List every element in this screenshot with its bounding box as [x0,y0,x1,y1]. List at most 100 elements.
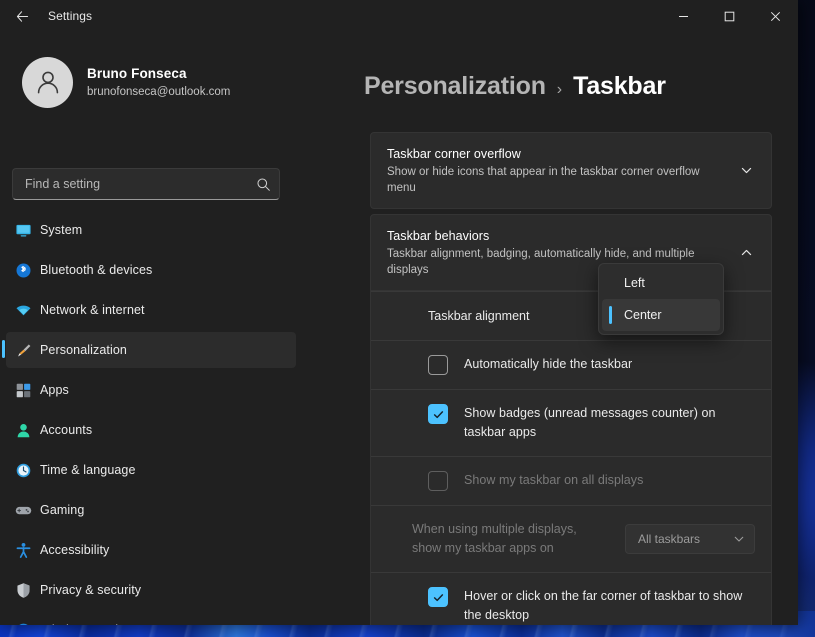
sidebar-item-bluetooth-devices[interactable]: Bluetooth & devices [6,252,296,288]
back-button[interactable] [8,4,36,28]
sidebar: Bruno Fonseca brunofonseca@outlook.com F… [0,32,302,625]
shield-icon [14,581,32,599]
sidebar-item-time-language[interactable]: Time & language [6,452,296,488]
minimize-icon [678,15,688,17]
close-icon [770,11,780,21]
chevron-down-icon [734,536,744,542]
checkmark-icon [433,593,443,601]
close-button[interactable] [752,0,798,32]
show-badges-checkbox[interactable] [428,404,448,424]
sidebar-item-windows-update[interactable]: Windows Update [6,612,296,625]
main-content: Personalization › Taskbar Taskbar corner… [302,32,798,625]
bluetooth-icon [14,261,32,279]
avatar [22,56,73,108]
sidebar-item-accounts[interactable]: Accounts [6,412,296,448]
person-avatar-icon [37,71,58,94]
show-badges-checkbox-line[interactable]: Show badges (unread messages counter) on… [387,390,755,456]
breadcrumb-parent-link[interactable]: Personalization [364,72,546,101]
gamepad-icon [14,501,32,519]
flyout-option-left[interactable]: Left [602,267,720,299]
card-title: Taskbar behaviors [387,229,490,243]
search-icon [256,177,270,191]
show-badges-label: Show badges (unread messages counter) on… [464,406,716,439]
card-header[interactable]: Taskbar corner overflow Show or hide ico… [371,133,771,208]
far-corner-label: Hover or click on the far corner of task… [464,589,743,622]
settings-cards: Taskbar corner overflow Show or hide ico… [370,132,772,625]
sidebar-item-label: Network & internet [40,303,145,317]
sidebar-item-label: Accounts [40,423,93,437]
display-icon [14,221,32,239]
maximize-icon [724,11,734,21]
row-taskbar-all-displays: Show my taskbar on all displays [371,456,771,505]
collapse-toggle-button[interactable] [731,238,761,268]
breadcrumb-separator-icon: › [556,81,563,98]
auto-hide-checkbox[interactable] [428,355,448,375]
sidebar-item-label: Windows Update [40,623,136,625]
arrow-left-icon [16,10,28,22]
settings-window: Settings Bruno Fonseca brunofonseca@outl… [0,0,798,625]
sidebar-item-apps[interactable]: Apps [6,372,296,408]
sidebar-item-label: Gaming [40,503,85,517]
sidebar-item-label: Accessibility [40,543,110,557]
sidebar-item-label: Privacy & security [40,583,142,597]
account-name: Bruno Fonseca [87,65,187,81]
account-text: Bruno Fonseca brunofonseca@outlook.com [87,65,230,100]
multiple-displays-label: When using multiple displays, show my ta… [412,522,577,555]
far-corner-checkbox[interactable] [428,587,448,607]
page-title: Taskbar [573,72,666,100]
all-displays-checkbox-line: Show my taskbar on all displays [387,457,643,505]
flyout-option-center[interactable]: Center [602,299,720,331]
taskbar-behaviors-rows: Taskbar alignment Automatically hide the… [370,291,772,625]
card-taskbar-corner-overflow: Taskbar corner overflow Show or hide ico… [370,132,772,209]
all-displays-checkbox [428,471,448,491]
card-title: Taskbar corner overflow [387,147,521,161]
sidebar-item-accessibility[interactable]: Accessibility [6,532,296,568]
card-subtitle: Show or hide icons that appear in the ta… [387,166,700,194]
clock-icon [14,461,32,479]
wifi-icon [14,301,32,319]
breadcrumb: Personalization › Taskbar [364,72,666,101]
taskbar-alignment-label: Taskbar alignment [428,309,530,323]
expand-toggle-button[interactable] [731,156,761,186]
account-block[interactable]: Bruno Fonseca brunofonseca@outlook.com [0,50,302,114]
all-displays-label: Show my taskbar on all displays [464,473,644,487]
multiple-displays-dropdown[interactable]: All taskbars [625,524,755,554]
flyout-option-label: Center [624,308,662,322]
flyout-option-label: Left [624,276,645,290]
sidebar-item-label: Bluetooth & devices [40,263,153,277]
sidebar-item-network-internet[interactable]: Network & internet [6,292,296,328]
sidebar-item-label: Apps [40,383,69,397]
sidebar-item-personalization[interactable]: Personalization [2,332,296,368]
row-auto-hide-taskbar[interactable]: Automatically hide the taskbar [371,340,771,389]
sidebar-item-label: Personalization [40,343,127,357]
taskbar-alignment-dropdown-flyout: Left Center [598,263,724,335]
auto-hide-label: Automatically hide the taskbar [464,357,633,371]
account-icon [14,421,32,439]
sidebar-item-gaming[interactable]: Gaming [6,492,296,528]
search-box[interactable] [12,168,280,200]
maximize-button[interactable] [706,0,752,32]
search-icon-box[interactable] [247,169,279,199]
apps-icon [14,381,32,399]
sidebar-item-label: System [40,223,83,237]
paintbrush-icon [14,341,32,359]
search-input[interactable] [13,177,247,191]
chevron-down-icon [741,167,751,174]
sidebar-nav-list: System Bluetooth & devices Network & int… [2,212,296,625]
far-corner-checkbox-line[interactable]: Hover or click on the far corner of task… [387,573,755,625]
row-multiple-displays-apps: When using multiple displays, show my ta… [371,505,771,572]
sidebar-item-privacy-security[interactable]: Privacy & security [6,572,296,608]
accessibility-icon [14,541,32,559]
sidebar-item-label: Time & language [40,463,136,477]
checkmark-icon [433,410,443,418]
auto-hide-checkbox-line[interactable]: Automatically hide the taskbar [387,341,632,389]
app-title: Settings [48,9,93,23]
multiple-displays-value: All taskbars [638,532,701,546]
minimize-button[interactable] [660,0,706,32]
row-show-badges[interactable]: Show badges (unread messages counter) on… [371,389,771,456]
account-email: brunofonseca@outlook.com [87,85,231,98]
update-icon [14,621,32,625]
sidebar-item-system[interactable]: System [6,212,296,248]
row-hover-far-corner[interactable]: Hover or click on the far corner of task… [371,572,771,625]
chevron-up-icon [741,249,751,256]
